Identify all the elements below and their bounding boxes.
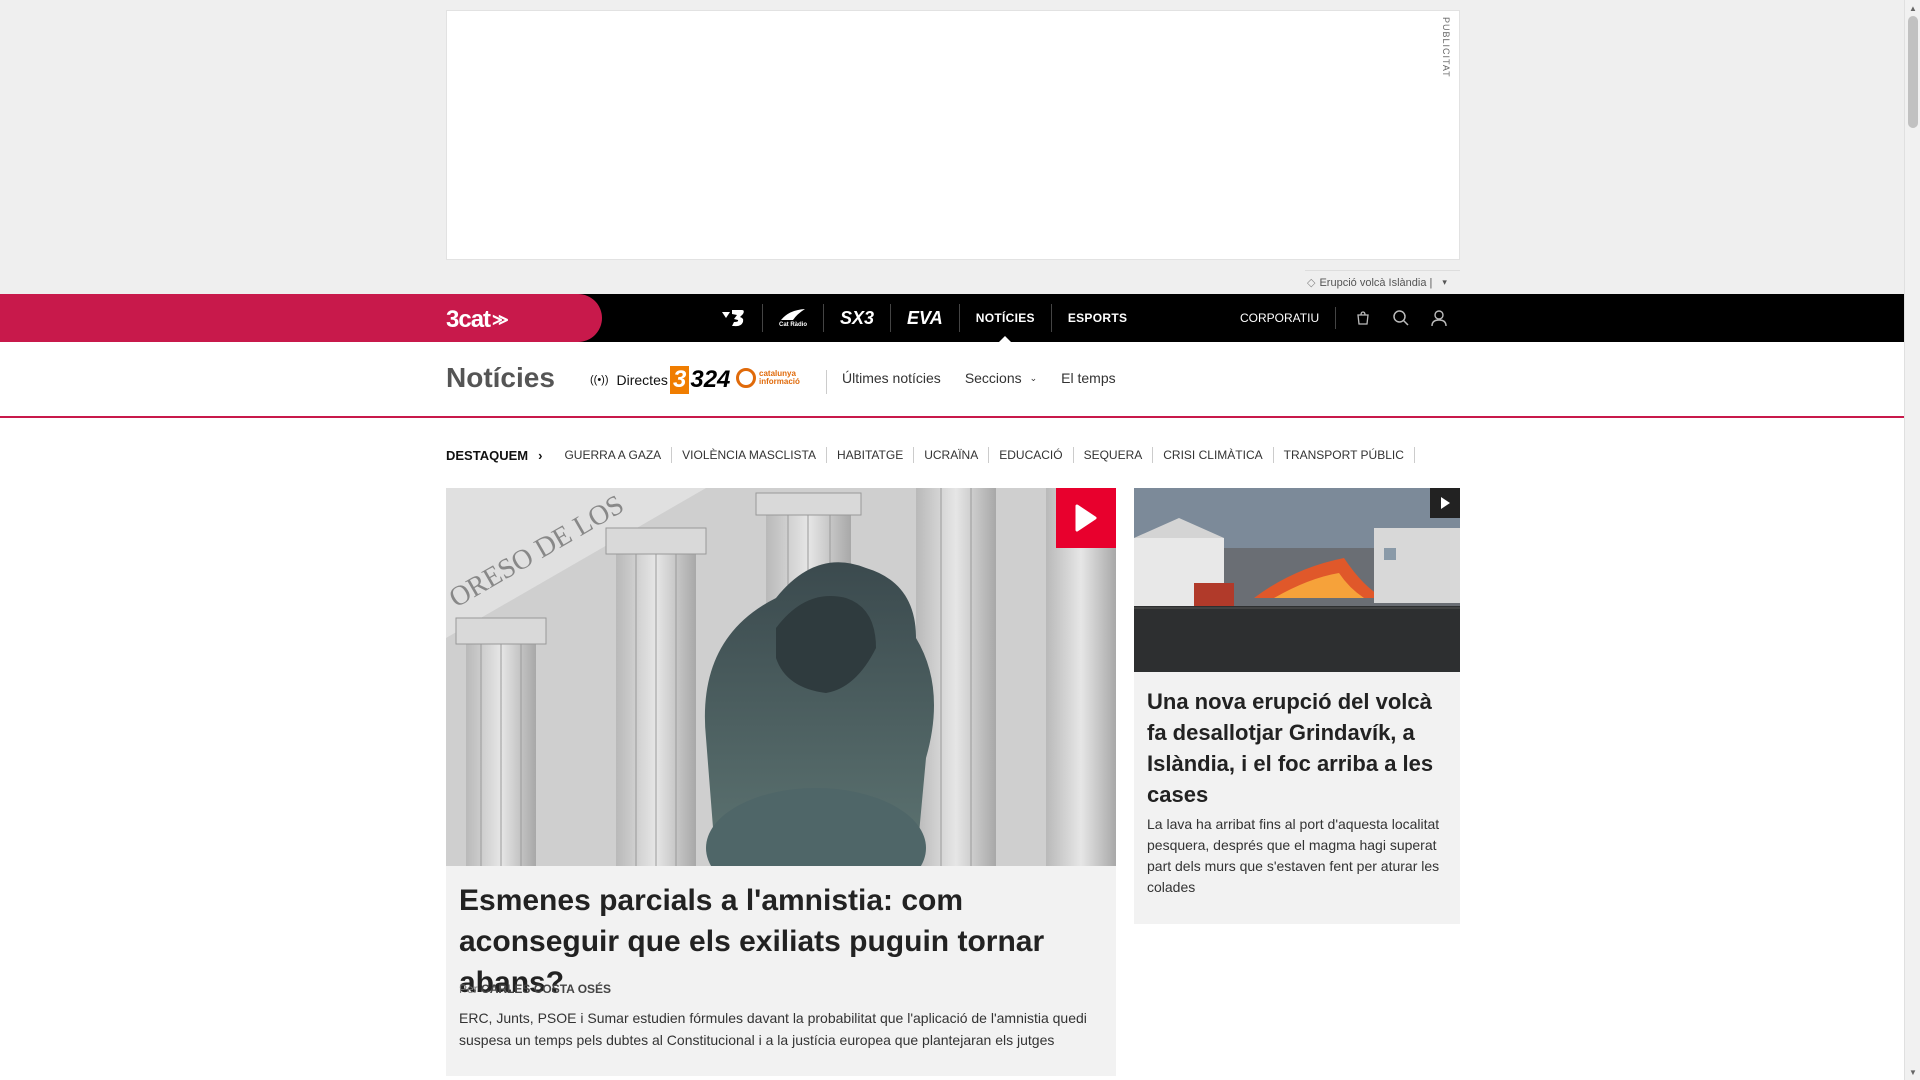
main-article-card[interactable]: ORESO DE LOS Esmenes parcials a l'amnist… xyxy=(446,488,1116,1076)
brand-name: 3cat xyxy=(446,306,491,333)
channel-sx3[interactable]: SX3 xyxy=(824,304,892,332)
channel-catradio[interactable]: Cat Ràdio xyxy=(763,304,825,332)
highlight-tag[interactable]: CRISI CLIMÀTICA xyxy=(1153,447,1274,463)
byline: Per CARLES COSTA OSÉS xyxy=(459,982,611,996)
sections-dropdown[interactable]: Seccions ⌄ xyxy=(965,370,1037,386)
channel-list: Cat Ràdio SX3 EVA NOTÍCIES ESPORTS xyxy=(704,294,1143,342)
author-name[interactable]: CARLES COSTA OSÉS xyxy=(481,982,611,996)
highlight-tag[interactable]: HABITATGE xyxy=(827,447,915,463)
volcano-eruption-photo xyxy=(1134,488,1460,672)
main-article-summary: ERC, Junts, PSOE i Sumar estudien fórmul… xyxy=(459,1010,1087,1048)
ad-zone: PUBLICITAT ◇ Erupció volcà Islàndia | ▾ xyxy=(0,0,1904,294)
side-article-image[interactable] xyxy=(1134,488,1460,672)
highlight-tag[interactable]: GUERRA A GAZA xyxy=(554,447,673,463)
user-icon[interactable] xyxy=(1420,309,1458,327)
logo-324[interactable]: 3 324 xyxy=(670,366,730,394)
lion-statue-photo: ORESO DE LOS xyxy=(446,488,1116,866)
search-icon[interactable] xyxy=(1382,309,1420,327)
corporate-link[interactable]: CORPORATIU xyxy=(1240,307,1337,329)
logo-catalunya-informacio[interactable]: catalunya informació xyxy=(736,368,815,388)
highlight-tag[interactable]: TRANSPORT PÚBLIC xyxy=(1274,447,1415,463)
main-article-image[interactable]: ORESO DE LOS xyxy=(446,488,1116,866)
live-broadcast-icon: ((•)) xyxy=(590,374,609,386)
top-navigation: 3cat ≫ Cat Ràdio SX3 EVA NOTÍCIES ESPORT… xyxy=(0,294,1904,342)
side-article-title[interactable]: Una nova erupció del volcà fa desallotja… xyxy=(1147,686,1447,810)
play-icon xyxy=(1075,504,1097,532)
ad-label: PUBLICITAT xyxy=(1441,17,1451,78)
shop-icon[interactable] xyxy=(1344,310,1382,326)
catradio-label: Cat Ràdio xyxy=(779,322,808,328)
trending-topic[interactable]: ◇ Erupció volcà Islàndia | ▾ xyxy=(1305,270,1460,294)
section-links: Últimes notícies Seccions ⌄ El temps xyxy=(842,370,1116,386)
sx3-logo-icon: SX3 xyxy=(840,307,875,328)
nav-right: CORPORATIU xyxy=(1240,294,1458,342)
highlight-tag[interactable]: SEQUERA xyxy=(1074,447,1154,463)
highlight-tag[interactable]: VIOLÈNCIA MASCLISTA xyxy=(672,447,827,463)
channel-eva[interactable]: EVA xyxy=(891,304,960,332)
eva-logo-icon: EVA xyxy=(907,307,943,328)
highlight-tag[interactable]: UCRAÏNA xyxy=(914,447,990,463)
highlight-tag[interactable]: EDUCACIÓ xyxy=(989,447,1074,463)
weather-link[interactable]: El temps xyxy=(1061,370,1115,386)
catradio-logo-icon xyxy=(781,309,805,320)
logo-324-prefix: 3 xyxy=(670,366,690,394)
noticies-label: NOTÍCIES xyxy=(975,311,1035,325)
highlights-lead[interactable]: DESTAQUEM › xyxy=(446,448,542,463)
directes-label: Directes xyxy=(616,372,668,388)
play-video-button[interactable] xyxy=(1056,488,1116,548)
channel-noticies[interactable]: NOTÍCIES xyxy=(960,304,1052,342)
brand-logo[interactable]: 3cat ≫ xyxy=(446,306,509,334)
brand-bar xyxy=(0,294,602,342)
chevron-right-icon: › xyxy=(538,447,543,463)
directes-link[interactable]: ((•)) Directes xyxy=(590,372,668,388)
section-header: Notícies ((•)) Directes 3 324 catalunya i… xyxy=(0,342,1904,418)
scroll-up-icon[interactable]: ▲ xyxy=(1905,0,1920,16)
divider xyxy=(826,370,827,394)
esports-label: ESPORTS xyxy=(1067,311,1128,325)
scrollbar-thumb[interactable] xyxy=(1908,16,1918,128)
logo-catinfo-text: catalunya informació xyxy=(759,369,800,386)
channel-esports[interactable]: ESPORTS xyxy=(1052,304,1143,332)
chevron-down-icon[interactable]: ▾ xyxy=(1442,277,1447,288)
play-video-button[interactable] xyxy=(1430,488,1460,518)
trending-label: Erupció volcà Islàndia | xyxy=(1319,276,1433,289)
tag-icon: ◇ xyxy=(1307,277,1316,289)
page-title[interactable]: Notícies xyxy=(446,362,555,394)
side-article-card[interactable]: Una nova erupció del volcà fa desallotja… xyxy=(1134,488,1460,924)
play-icon xyxy=(1441,497,1450,509)
catinfo-circle-icon xyxy=(736,368,756,388)
scroll-down-icon[interactable]: ▼ xyxy=(1905,1064,1920,1080)
latest-news-link[interactable]: Últimes notícies xyxy=(842,370,941,386)
tv3-logo-icon xyxy=(722,310,744,327)
side-article-summary: La lava ha arribat fins al port d'aquest… xyxy=(1147,816,1440,895)
channel-tv3[interactable] xyxy=(704,304,763,332)
byline-prefix: Per xyxy=(459,982,478,996)
logo-324-text: 324 xyxy=(690,366,731,393)
sections-label: Seccions xyxy=(964,370,1022,386)
highlights-label: DESTAQUEM xyxy=(446,447,529,463)
ad-banner[interactable]: PUBLICITAT xyxy=(446,10,1460,260)
brand-arrows-icon: ≫ xyxy=(492,312,509,329)
chevron-down-icon: ⌄ xyxy=(1029,372,1038,383)
page-scrollbar[interactable]: ▲ ▼ xyxy=(1904,0,1920,1080)
highlights-bar: DESTAQUEM › GUERRA A GAZA VIOLÈNCIA MASC… xyxy=(446,444,1415,466)
